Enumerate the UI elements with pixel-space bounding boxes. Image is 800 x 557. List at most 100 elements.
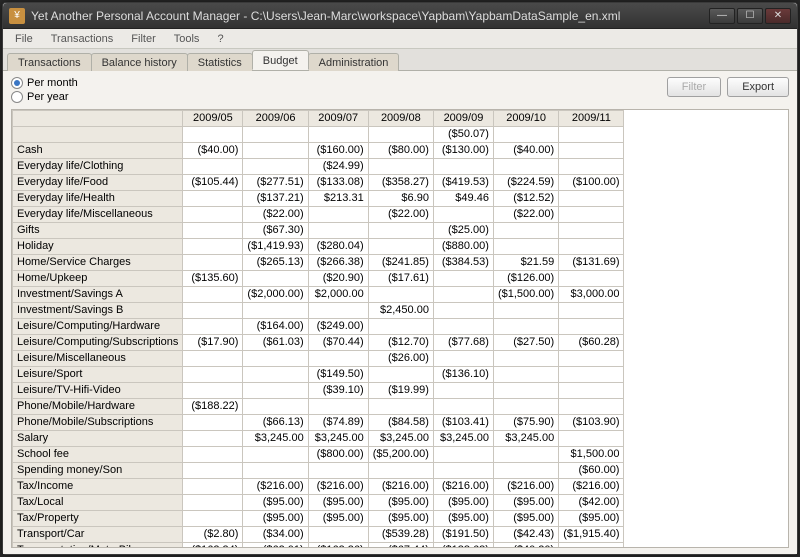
cell[interactable]: ($266.38) xyxy=(308,255,368,271)
cell[interactable] xyxy=(559,319,624,335)
cell[interactable] xyxy=(493,399,558,415)
cell[interactable] xyxy=(243,143,308,159)
cell[interactable] xyxy=(559,383,624,399)
cell[interactable] xyxy=(368,287,433,303)
cell[interactable] xyxy=(368,319,433,335)
cell[interactable]: ($1,419.93) xyxy=(243,239,308,255)
cell[interactable] xyxy=(183,127,243,143)
cell[interactable]: ($216.00) xyxy=(243,479,308,495)
cell[interactable]: ($241.85) xyxy=(368,255,433,271)
cell[interactable] xyxy=(493,351,558,367)
row-header[interactable]: Salary xyxy=(13,431,183,447)
cell[interactable]: ($277.51) xyxy=(243,175,308,191)
row-header[interactable]: Everyday life/Miscellaneous xyxy=(13,207,183,223)
cell[interactable] xyxy=(183,255,243,271)
column-header[interactable]: 2009/06 xyxy=(243,111,308,127)
cell[interactable]: ($1,915.40) xyxy=(559,527,624,543)
cell[interactable]: ($163.36) xyxy=(308,543,368,549)
cell[interactable] xyxy=(493,223,558,239)
cell[interactable]: ($95.00) xyxy=(368,511,433,527)
table-row[interactable]: Leisure/Computing/Hardware($164.00)($249… xyxy=(13,319,624,335)
cell[interactable]: ($19.99) xyxy=(368,383,433,399)
table-row[interactable]: Everyday life/Miscellaneous ($22.00) ($22.… xyxy=(13,207,624,223)
cell[interactable]: ($12.70) xyxy=(368,335,433,351)
column-header[interactable]: 2009/10 xyxy=(493,111,558,127)
cell[interactable] xyxy=(559,239,624,255)
row-header[interactable]: Leisure/Sport xyxy=(13,367,183,383)
cell[interactable] xyxy=(183,495,243,511)
cell[interactable]: ($95.00) xyxy=(433,511,493,527)
cell[interactable]: ($27.50) xyxy=(493,335,558,351)
row-header[interactable]: Gifts xyxy=(13,223,183,239)
table-row[interactable]: Everyday life/Health($137.21)$213.31$6.9… xyxy=(13,191,624,207)
cell[interactable]: ($24.99) xyxy=(308,159,368,175)
cell[interactable]: $6.90 xyxy=(368,191,433,207)
cell[interactable] xyxy=(559,543,624,549)
cell[interactable] xyxy=(243,127,308,143)
cell[interactable]: ($419.53) xyxy=(433,175,493,191)
cell[interactable] xyxy=(493,159,558,175)
cell[interactable]: ($12.52) xyxy=(493,191,558,207)
cell[interactable]: ($265.13) xyxy=(243,255,308,271)
cell[interactable] xyxy=(559,143,624,159)
cell[interactable] xyxy=(308,207,368,223)
cell[interactable]: ($249.00) xyxy=(308,319,368,335)
table-row[interactable]: Investment/Savings A($2,000.00)$2,000.00… xyxy=(13,287,624,303)
cell[interactable]: ($162.34) xyxy=(183,543,243,549)
table-row[interactable]: Leisure/Miscellaneous($26.00) xyxy=(13,351,624,367)
radio-per-year[interactable]: Per year xyxy=(11,91,78,103)
cell[interactable] xyxy=(183,511,243,527)
cell[interactable]: $3,245.00 xyxy=(308,431,368,447)
cell[interactable]: ($67.30) xyxy=(243,223,308,239)
tab-transactions[interactable]: Transactions xyxy=(7,53,92,71)
cell[interactable] xyxy=(433,303,493,319)
cell[interactable]: ($20.90) xyxy=(308,271,368,287)
table-row[interactable]: School fee($800.00)($5,200.00)$1,500.00 xyxy=(13,447,624,463)
cell[interactable]: ($22.00) xyxy=(368,207,433,223)
cell[interactable]: $3,245.00 xyxy=(368,431,433,447)
cell[interactable]: ($5,200.00) xyxy=(368,447,433,463)
tab-balance-history[interactable]: Balance history xyxy=(91,53,188,71)
row-header[interactable]: Everyday life/Health xyxy=(13,191,183,207)
cell[interactable] xyxy=(493,303,558,319)
cell[interactable] xyxy=(559,191,624,207)
cell[interactable]: $3,000.00 xyxy=(559,287,624,303)
budget-table-wrap[interactable]: 2009/052009/062009/072009/082009/092009/… xyxy=(11,109,789,548)
cell[interactable] xyxy=(243,399,308,415)
cell[interactable] xyxy=(433,207,493,223)
cell[interactable] xyxy=(243,351,308,367)
cell[interactable]: ($133.08) xyxy=(308,175,368,191)
cell[interactable] xyxy=(559,127,624,143)
row-header[interactable]: Transportation/MotorBike xyxy=(13,543,183,549)
cell[interactable]: ($126.00) xyxy=(493,271,558,287)
cell[interactable]: ($40.20) xyxy=(493,543,558,549)
cell[interactable] xyxy=(308,127,368,143)
maximize-button[interactable]: ☐ xyxy=(737,8,763,24)
cell[interactable]: ($42.43) xyxy=(493,527,558,543)
cell[interactable] xyxy=(183,207,243,223)
table-row[interactable]: Investment/Savings B$2,450.00 xyxy=(13,303,624,319)
cell[interactable] xyxy=(368,127,433,143)
cell[interactable]: ($191.50) xyxy=(433,527,493,543)
cell[interactable]: ($130.00) xyxy=(433,143,493,159)
cell[interactable]: ($22.00) xyxy=(493,207,558,223)
cell[interactable]: ($75.90) xyxy=(493,415,558,431)
table-row[interactable]: Transportation/MotorBike($162.34)($62.01… xyxy=(13,543,624,549)
cell[interactable] xyxy=(308,351,368,367)
row-header[interactable] xyxy=(13,127,183,143)
cell[interactable] xyxy=(433,447,493,463)
table-row[interactable]: Leisure/Computing/Subscriptions($17.90)(… xyxy=(13,335,624,351)
cell[interactable] xyxy=(183,479,243,495)
cell[interactable]: ($22.00) xyxy=(243,207,308,223)
cell[interactable] xyxy=(368,399,433,415)
cell[interactable]: ($160.00) xyxy=(308,143,368,159)
row-header[interactable]: Leisure/Computing/Subscriptions xyxy=(13,335,183,351)
table-row[interactable]: Leisure/TV-Hifi-Video($39.10)($19.99) xyxy=(13,383,624,399)
row-header[interactable]: Phone/Mobile/Hardware xyxy=(13,399,183,415)
cell[interactable]: ($40.00) xyxy=(183,143,243,159)
filter-button[interactable]: Filter xyxy=(667,77,721,97)
cell[interactable]: ($62.01) xyxy=(243,543,308,549)
radio-per-month[interactable]: Per month xyxy=(11,77,78,89)
row-header[interactable]: Investment/Savings A xyxy=(13,287,183,303)
cell[interactable] xyxy=(433,351,493,367)
